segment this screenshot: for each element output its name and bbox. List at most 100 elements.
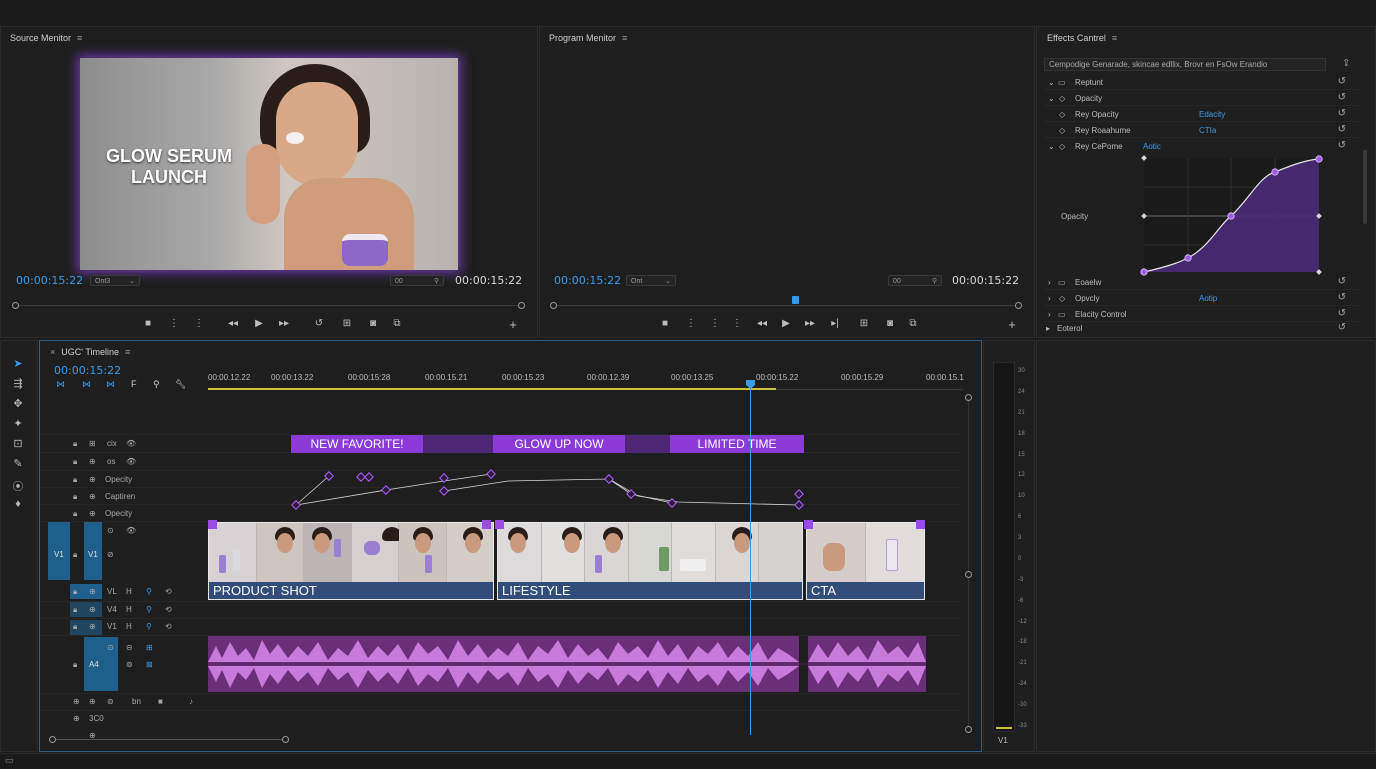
play-icon[interactable]: ▶ — [252, 318, 266, 329]
hand-tool-icon[interactable]: ⦿ — [11, 478, 25, 493]
eye-icon[interactable]: ⊜ — [107, 697, 114, 706]
camera-icon[interactable]: ◙ — [883, 318, 897, 329]
program-timecode-in[interactable]: 00:00:15:22 — [554, 274, 621, 287]
loop-icon[interactable]: ↺ — [312, 318, 326, 329]
chevron-right-icon[interactable]: › — [1048, 278, 1051, 287]
chevron-down-icon[interactable]: ⌄ — [1048, 94, 1055, 103]
reset-icon[interactable]: ↺ — [1338, 322, 1346, 333]
lock-icon[interactable]: 🔒︎ — [73, 622, 77, 632]
mark-in-icon[interactable]: ⋮ — [684, 318, 698, 329]
mic-icon[interactable]: ⚲ — [146, 587, 152, 596]
effect-row-opvcly[interactable]: › ◇ Opvcly Aotip ↺ — [1044, 291, 1362, 306]
mark-in-icon[interactable]: ⋮ — [167, 318, 181, 329]
effect-row-eoterol[interactable]: ▸ Eoterol ↺ — [1044, 321, 1362, 336]
sync-icon[interactable]: ⊕ — [89, 509, 96, 518]
insert-icon[interactable]: ⊞ — [340, 318, 354, 329]
sync-icon[interactable]: ⊞ — [89, 439, 96, 448]
reset-icon[interactable]: ↺ — [1338, 108, 1346, 119]
panel-menu-icon[interactable]: ≡ — [77, 33, 82, 43]
keyframe-diamond-icon[interactable]: ◇ — [1059, 294, 1065, 303]
voice-icon[interactable]: ⟲ — [165, 605, 172, 614]
reset-icon[interactable]: ↺ — [1338, 140, 1346, 151]
lock-icon[interactable]: 🔒︎ — [73, 492, 77, 502]
overwrite-icon[interactable]: ⧉ — [390, 318, 404, 329]
sync-icon[interactable]: ⊘ — [107, 550, 114, 559]
program-monitor-title[interactable]: Program Menitor ≡ — [549, 33, 627, 43]
effect-row-key-roaahume[interactable]: ◇ Rey Roaahume CTIa ↺ — [1044, 123, 1362, 138]
ripple-edit-icon[interactable]: ✥ — [11, 397, 25, 411]
sync-icon[interactable]: ⊕ — [73, 714, 80, 723]
eye-icon[interactable]: 👁︎ — [126, 457, 136, 466]
horizontal-scroll-end[interactable] — [282, 736, 289, 743]
sync-icon[interactable]: ⊕ — [89, 605, 96, 614]
sync-icon[interactable]: ⊙ — [107, 643, 114, 652]
zoom-icon[interactable]: ⚲ — [153, 379, 160, 390]
source-timecode-in[interactable]: 00:00:15:22 — [16, 274, 83, 287]
vertical-scroll-handle[interactable] — [965, 571, 972, 578]
mute-icon[interactable]: H — [126, 605, 132, 614]
panel-menu-icon[interactable]: ≡ — [1112, 33, 1117, 43]
clip-handle[interactable] — [916, 520, 925, 529]
type-tool-icon[interactable]: ♦ — [11, 498, 25, 512]
settings-icon[interactable]: F — [131, 379, 137, 389]
effect-row-elacity-control[interactable]: › ▭ Elacity Control ↺ — [1044, 307, 1362, 322]
solo-icon[interactable]: ⊞ — [146, 643, 153, 652]
effect-row-opacity[interactable]: ⌄ ◇ Opacity ↺ — [1044, 91, 1362, 106]
panel-menu-icon[interactable]: ≡ — [622, 33, 627, 43]
work-area-bar[interactable] — [208, 388, 776, 390]
keyframe-diamond-icon[interactable]: ◇ — [1059, 110, 1065, 119]
reset-icon[interactable]: ↺ — [1338, 92, 1346, 103]
add-button-icon[interactable]: + — [506, 317, 520, 332]
effect-row-eoaelw[interactable]: › ▭ Eoaelw ↺ — [1044, 275, 1362, 290]
keyframe-diamond-icon[interactable]: ◇ — [1059, 142, 1065, 151]
mute-icon[interactable]: ⊝ — [126, 643, 133, 652]
mic-icon[interactable]: ⚲ — [146, 605, 152, 614]
eye-icon[interactable]: 👁︎ — [126, 526, 136, 535]
keyframe-lines[interactable] — [208, 464, 808, 514]
vertical-scroll-track[interactable] — [968, 395, 969, 730]
audio-waveforms[interactable] — [208, 636, 926, 692]
chevron-down-icon[interactable]: ⌄ — [1048, 142, 1055, 151]
reset-icon[interactable]: ↺ — [1338, 124, 1346, 135]
effects-scrollbar[interactable] — [1363, 150, 1367, 224]
step-forward-icon[interactable]: ▸▸ — [277, 318, 291, 329]
title-clip-glow-up-now[interactable]: GLOW UP NOW — [493, 435, 625, 453]
lock-icon[interactable]: 🔒︎ — [73, 550, 77, 560]
mic-icon[interactable]: ♪ — [189, 697, 193, 706]
snap-icon[interactable]: ⋈ — [56, 379, 65, 390]
marker-icon[interactable]: ⋮ — [730, 318, 744, 329]
reset-icon[interactable]: ↺ — [1338, 76, 1346, 87]
slip-tool-icon[interactable]: ⊡ — [11, 437, 25, 451]
chevron-right-icon[interactable]: › — [1048, 310, 1051, 319]
track-select-icon[interactable]: ⇶ — [11, 377, 25, 391]
lock-icon[interactable]: 🔒︎ — [73, 509, 77, 519]
source-scrub-start-handle[interactable] — [12, 302, 19, 309]
step-back-icon[interactable]: ◂◂ — [755, 318, 769, 329]
wrench-icon[interactable]: 🔧︎ — [175, 379, 186, 390]
reset-icon[interactable]: ↺ — [1338, 276, 1346, 287]
play-icon[interactable]: ▶ — [779, 318, 793, 329]
status-icon[interactable]: ▭ — [5, 755, 14, 766]
title-clip-new-favorite[interactable]: NEW FAVORITE! — [291, 435, 423, 453]
step-back-icon[interactable]: ◂◂ — [226, 318, 240, 329]
sync-icon[interactable]: ⊕ — [89, 622, 96, 631]
mark-out-icon[interactable]: ⋮ — [708, 318, 722, 329]
lock-icon[interactable]: ⊕ — [73, 697, 80, 706]
voice-icon[interactable]: ⟲ — [165, 622, 172, 631]
sync-icon[interactable]: ⊕ — [89, 457, 96, 466]
video-clip-cta[interactable]: CTA — [806, 522, 925, 600]
mute-icon[interactable]: H — [126, 587, 132, 596]
lock-icon[interactable]: 🔒︎ — [73, 475, 77, 485]
sync-icon[interactable]: ⊕ — [89, 475, 96, 484]
effects-control-title[interactable]: Effects Cantrel ≡ — [1047, 33, 1117, 43]
eye-icon[interactable]: 👁︎ — [126, 439, 136, 448]
chevron-down-icon[interactable]: ⌄ — [1048, 78, 1055, 87]
chevron-right-icon[interactable]: › — [1048, 294, 1051, 303]
sync-icon[interactable]: ⊕ — [89, 587, 96, 596]
linked-selection-icon[interactable]: ⋈ — [82, 379, 91, 390]
clip-handle[interactable] — [495, 520, 504, 529]
program-scrub-end-handle[interactable] — [1015, 302, 1022, 309]
keyframe-diamond-icon[interactable]: ◇ — [1059, 94, 1065, 103]
stop-icon[interactable]: ■ — [658, 318, 672, 329]
source-zoom-field[interactable]: 00 ⚲ — [390, 275, 444, 286]
